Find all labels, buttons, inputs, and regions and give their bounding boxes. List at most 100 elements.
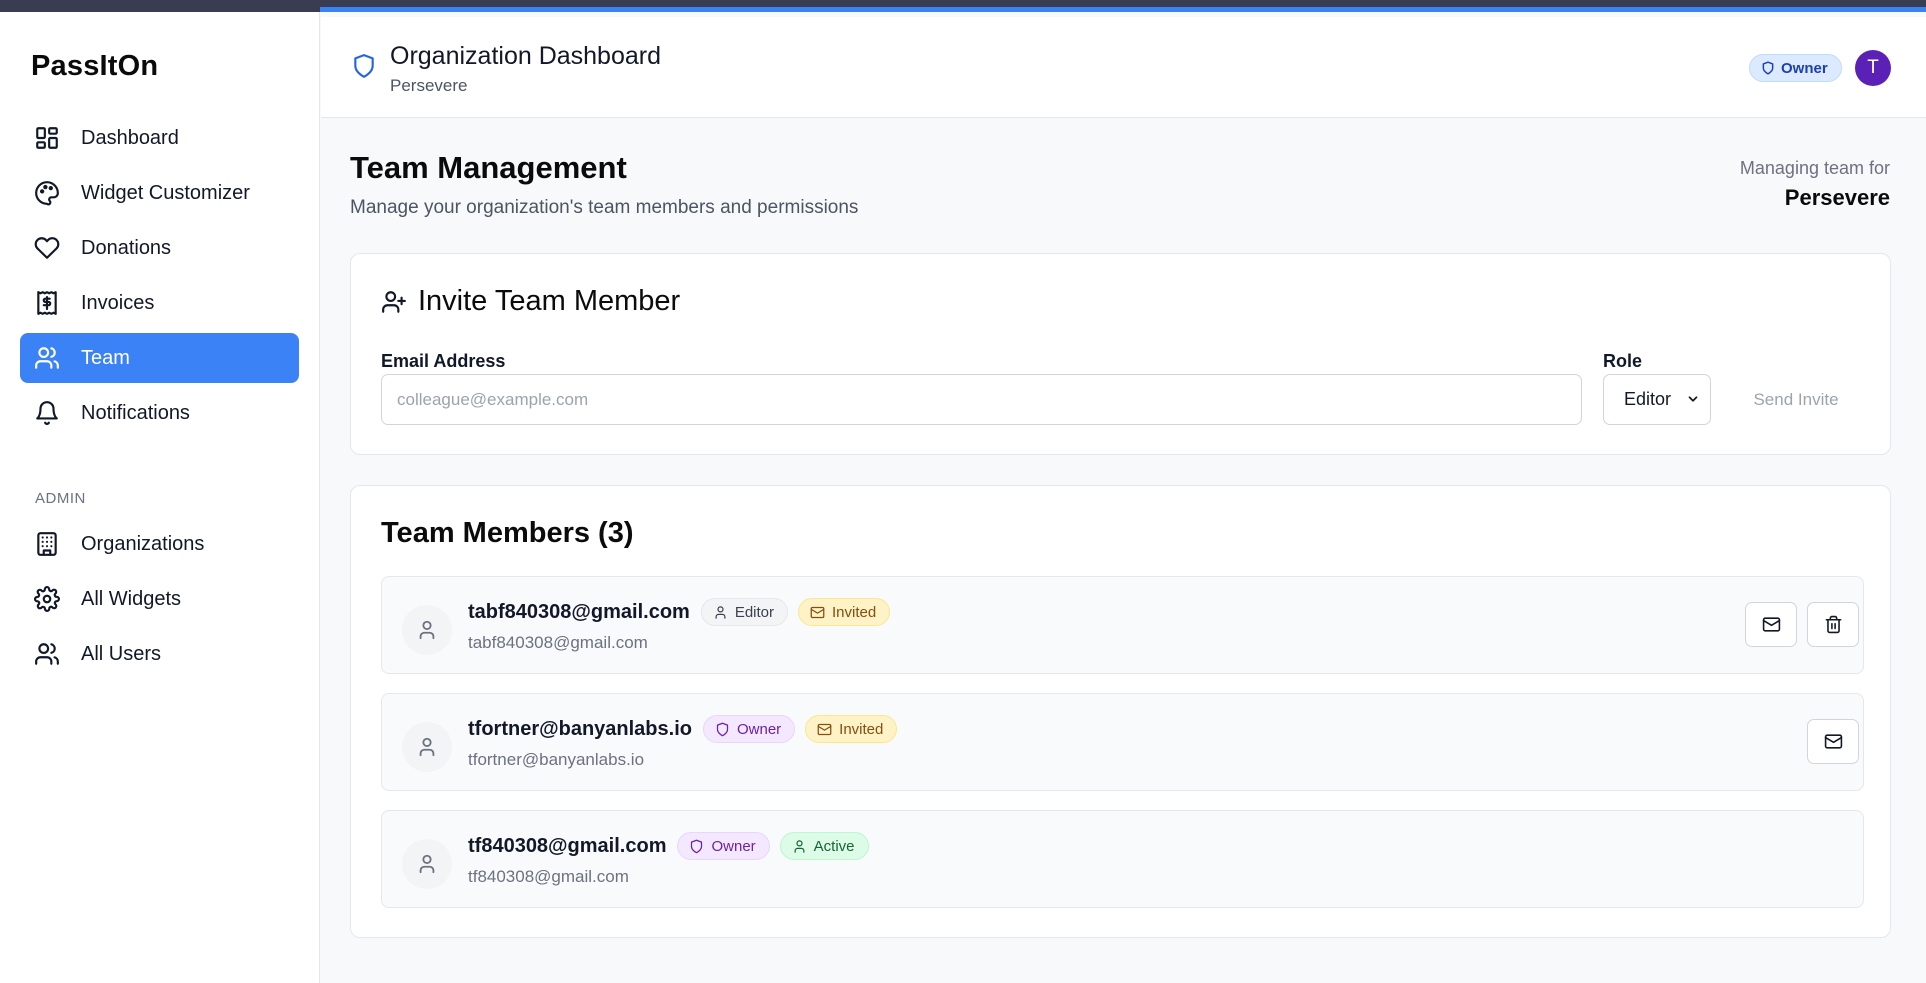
gear-icon bbox=[34, 586, 60, 612]
page-title: Team Management bbox=[350, 150, 627, 185]
sidebar-item-label: Dashboard bbox=[81, 126, 179, 149]
role-select-value: Editor bbox=[1624, 389, 1672, 409]
managing-org-name: Persevere bbox=[1784, 185, 1890, 210]
role-badge: Owner bbox=[677, 832, 770, 860]
sidebar-item-all-widgets[interactable]: All Widgets bbox=[20, 574, 299, 624]
shield-icon bbox=[1762, 61, 1774, 75]
top-header: Organization Dashboard Persevere Owner T bbox=[321, 17, 1926, 118]
heart-icon bbox=[34, 237, 60, 259]
admin-nav: Organizations All Widgets All Users bbox=[20, 519, 299, 684]
sidebar-item-label: Team bbox=[81, 346, 130, 369]
header-title: Organization Dashboard bbox=[390, 42, 661, 70]
user-icon bbox=[419, 854, 435, 874]
sidebar-item-label: Notifications bbox=[81, 401, 190, 424]
role-badge: Owner bbox=[702, 715, 796, 743]
bell-icon bbox=[36, 401, 58, 425]
role-badge-label: Owner bbox=[711, 837, 756, 855]
shield-icon bbox=[354, 54, 374, 78]
resend-invite-button[interactable] bbox=[1745, 602, 1797, 647]
member-avatar bbox=[402, 722, 452, 772]
mail-icon bbox=[810, 606, 825, 618]
send-invite-button[interactable]: Send Invite bbox=[1736, 374, 1856, 425]
role-badge-label: Owner bbox=[736, 720, 782, 738]
member-name: tf840308@gmail.com bbox=[468, 834, 667, 857]
shield-icon bbox=[716, 722, 729, 736]
member-name: tabf840308@gmail.com bbox=[468, 600, 690, 623]
sidebar-item-notifications[interactable]: Notifications bbox=[20, 388, 299, 438]
sidebar-item-organizations[interactable]: Organizations bbox=[20, 519, 299, 569]
user-check-icon bbox=[794, 839, 805, 853]
user-avatar[interactable]: T bbox=[1855, 50, 1891, 86]
mail-icon bbox=[1762, 617, 1780, 632]
team-members-card: Team Members (3) tabf840308@gmail.com Ed… bbox=[350, 485, 1891, 938]
sidebar: PassItOn Dashboard Widget Customizer Don… bbox=[0, 12, 320, 983]
managing-label: Managing team for bbox=[1739, 158, 1890, 178]
building-icon bbox=[37, 532, 57, 556]
members-title: Team Members (3) bbox=[381, 517, 634, 549]
dashboard-icon bbox=[36, 127, 58, 149]
page-subtitle: Manage your organization's team members … bbox=[350, 197, 859, 218]
member-avatar bbox=[402, 605, 452, 655]
status-badge: Active bbox=[779, 832, 869, 860]
sidebar-item-label: Widget Customizer bbox=[81, 181, 250, 204]
sidebar-item-label: All Users bbox=[81, 642, 162, 665]
trash-icon bbox=[1825, 615, 1841, 634]
status-badge: Invited bbox=[798, 598, 891, 626]
member-header: tabf840308@gmail.com Editor Invited bbox=[468, 598, 900, 626]
member-name: tfortner@banyanlabs.io bbox=[468, 717, 692, 740]
user-icon bbox=[715, 605, 726, 619]
receipt-icon bbox=[37, 291, 57, 315]
sidebar-item-dashboard[interactable]: Dashboard bbox=[20, 113, 299, 163]
email-input[interactable] bbox=[381, 374, 1582, 425]
member-row: tabf840308@gmail.com Editor Invited tabf… bbox=[381, 576, 1864, 674]
member-email: tabf840308@gmail.com bbox=[468, 633, 648, 652]
email-label: Email Address bbox=[381, 351, 506, 371]
role-badge: Editor bbox=[700, 598, 789, 626]
status-badge-label: Active bbox=[813, 837, 855, 855]
sidebar-item-invoices[interactable]: Invoices bbox=[20, 278, 299, 328]
user-icon bbox=[419, 620, 435, 640]
role-badge-label: Owner bbox=[1781, 59, 1828, 77]
role-select[interactable]: Editor bbox=[1603, 374, 1711, 425]
sidebar-item-all-users[interactable]: All Users bbox=[20, 629, 299, 679]
invite-title: Invite Team Member bbox=[381, 285, 680, 318]
palette-icon bbox=[35, 181, 59, 206]
delete-member-button[interactable] bbox=[1807, 602, 1859, 647]
users-icon bbox=[35, 643, 59, 665]
app-logo[interactable]: PassItOn bbox=[31, 50, 158, 83]
member-header: tf840308@gmail.com Owner Active bbox=[468, 832, 879, 860]
status-badge-label: Invited bbox=[832, 603, 877, 621]
resend-invite-button[interactable] bbox=[1807, 719, 1859, 764]
sidebar-item-label: All Widgets bbox=[81, 587, 182, 610]
admin-section-label: ADMIN bbox=[35, 490, 86, 507]
sidebar-nav: Dashboard Widget Customizer Donations In… bbox=[20, 113, 299, 443]
users-icon bbox=[35, 347, 59, 369]
member-email: tf840308@gmail.com bbox=[468, 867, 629, 886]
sidebar-item-donations[interactable]: Donations bbox=[20, 223, 299, 273]
mail-icon bbox=[1824, 734, 1842, 749]
mail-icon bbox=[817, 723, 832, 735]
header-subtitle: Persevere bbox=[390, 76, 468, 95]
member-email: tfortner@banyanlabs.io bbox=[468, 750, 645, 769]
sidebar-item-label: Organizations bbox=[81, 532, 205, 555]
member-row: tf840308@gmail.com Owner Active tf840308… bbox=[381, 810, 1864, 908]
user-plus-icon bbox=[382, 290, 406, 313]
browser-top-strip bbox=[0, 0, 1926, 12]
status-badge: Invited bbox=[805, 715, 898, 743]
status-badge-label: Invited bbox=[839, 720, 884, 738]
chevron-down-icon bbox=[1688, 396, 1698, 402]
user-icon bbox=[419, 737, 435, 757]
role-label: Role bbox=[1603, 351, 1643, 371]
shield-icon bbox=[691, 839, 703, 853]
role-badge-label: Editor bbox=[734, 603, 775, 621]
member-row: tfortner@banyanlabs.io Owner Invited tfo… bbox=[381, 693, 1864, 791]
member-header: tfortner@banyanlabs.io Owner Invited bbox=[468, 715, 907, 743]
member-avatar bbox=[402, 839, 452, 889]
sidebar-item-label: Donations bbox=[81, 236, 172, 259]
invite-title-text: Invite Team Member bbox=[418, 285, 681, 317]
progress-line bbox=[320, 7, 1926, 12]
sidebar-item-label: Invoices bbox=[81, 291, 155, 314]
sidebar-item-team[interactable]: Team bbox=[20, 333, 299, 383]
sidebar-item-widget-customizer[interactable]: Widget Customizer bbox=[20, 168, 299, 218]
role-badge: Owner bbox=[1749, 54, 1842, 82]
